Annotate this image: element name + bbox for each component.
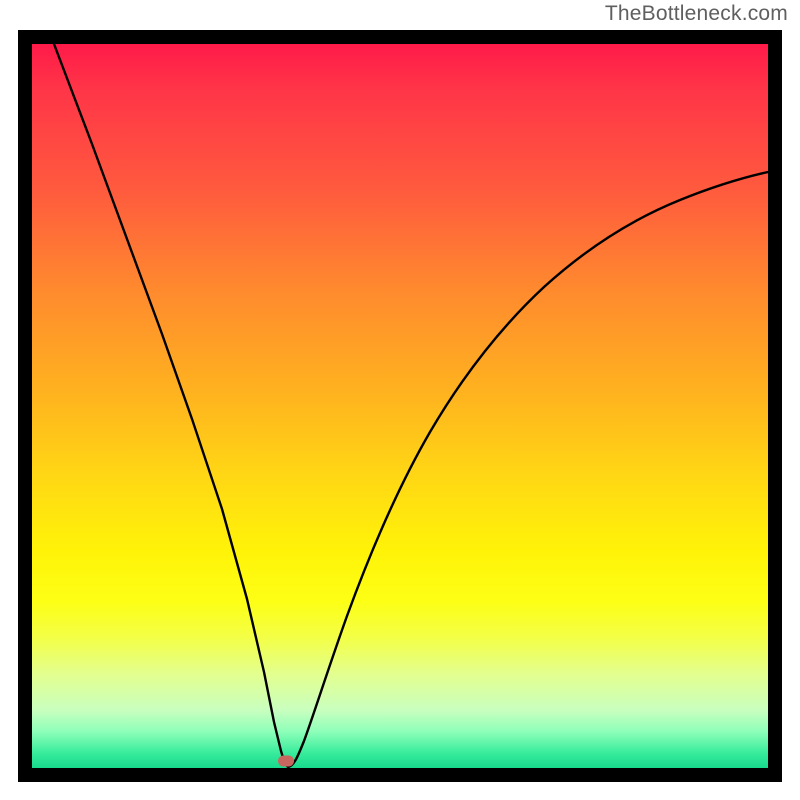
plot-frame: [18, 30, 782, 782]
curve-path: [54, 44, 768, 767]
bottleneck-curve: [32, 44, 768, 768]
attribution-text: TheBottleneck.com: [605, 2, 788, 26]
chart-container: TheBottleneck.com: [0, 0, 800, 800]
plot-area: [32, 44, 768, 768]
optimal-point-marker: [278, 755, 294, 766]
